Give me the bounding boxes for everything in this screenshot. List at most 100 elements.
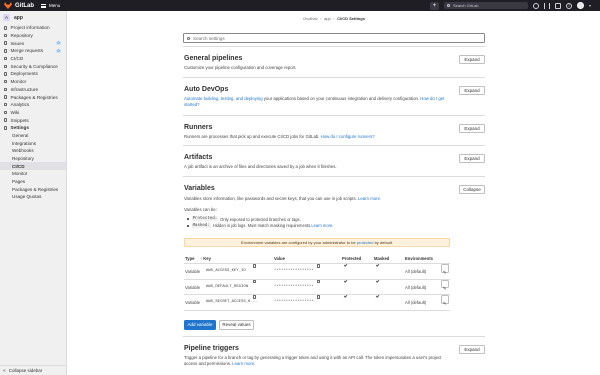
global-search-placeholder: Search GitLab [452,3,479,8]
sidebar-project[interactable]: A app [0,11,66,24]
column-header-key[interactable]: ↑ Key [200,254,211,264]
sidebar-item-security-compliance[interactable]: Security & Compliance [0,62,66,70]
list-item: Masked: Hidden in job logs. Must match ma… [187,223,333,230]
sidebar-item-merge-requests[interactable]: Merge requests 0 [0,47,66,55]
protected-link[interactable]: protected [357,240,374,245]
add-variable-button[interactable]: Add variable [184,320,216,330]
section-general-pipelines: General pipelines Customize your pipelin… [183,46,485,77]
sidebar-item-wiki[interactable]: Wiki [0,109,66,117]
settings-subitem-usage-quotas[interactable]: Usage Quotas [0,193,66,201]
table-row: Variable AWS_SECRET_ACCESS_K... **********… [184,294,450,311]
section-title: Auto DevOps [184,86,229,93]
section-pipeline-triggers: Pipeline triggers Trigger a pipeline for… [183,336,485,375]
variable-type: Variable [185,300,201,305]
edit-variable-button[interactable]: ✎ [440,264,449,275]
settings-subitem-monitor[interactable]: Monitor [0,170,66,178]
breadcrumb-item[interactable]: app [324,16,331,21]
collapse-button[interactable]: Collapse [459,185,485,194]
sidebar-item-label: Analytics [10,102,30,108]
breadcrumb-item[interactable]: Ovolhav [303,16,318,21]
sidebar-item-repository[interactable]: Repository [0,32,66,40]
configure-runners-link[interactable]: How do I configure runners? [321,134,375,139]
settings-subitem-integrations[interactable]: Integrations [0,139,66,147]
settings-subitem-pages[interactable]: Pages [0,178,66,186]
variable-environment: All (default) [405,284,427,290]
settings-subitem-repository[interactable]: Repository [0,155,66,163]
sidebar-item-label: CI/CD [10,56,24,62]
sidebar-item-deployments[interactable]: Deployments [0,70,66,78]
sidebar-item-packages-registries[interactable]: Packages & Registries [0,93,66,101]
section-description: Automate building, testing, and deployin… [184,96,445,108]
info-icon [3,26,7,30]
hamburger-icon [41,3,46,8]
sidebar-item-issues[interactable]: Issues 0 [0,39,66,47]
issues-icon [3,41,7,45]
section-runners: Runners Runners are processes that pick … [183,115,485,145]
settings-subitem-packages-registries[interactable]: Packages & Registries [0,185,66,193]
edit-variable-button[interactable]: ✎ [440,295,449,306]
expand-button[interactable]: Expand [459,345,485,354]
copy-icon[interactable] [253,295,257,299]
column-header-value: Value [274,256,285,261]
variable-type: Variable [185,284,201,290]
variables-description: Variables store information, like passwo… [184,196,382,201]
reveal-values-button[interactable]: Reveal values [219,320,254,330]
help-icon[interactable]: ? [565,2,572,9]
variable-key: AWS_DEFAULT_REGION [206,284,249,289]
project-name: app [14,14,23,21]
chevron-down-icon[interactable]: ▾ [589,3,591,8]
sidebar-item-analytics[interactable]: Analytics [0,101,66,109]
sidebar-item-settings[interactable]: Settings [0,124,66,132]
breadcrumb: Ovolhav › app › CI/CD Settings [303,15,365,21]
brand-name: GitLab [15,2,34,9]
triggers-learn-more-link[interactable]: Learn more. [232,361,255,366]
collapse-sidebar-button[interactable]: « Collapse sidebar [0,365,67,375]
issues-icon[interactable] [532,2,539,9]
expand-button[interactable]: Expand [459,86,485,95]
shield-icon [3,64,7,69]
settings-search-input[interactable]: Search settings [183,33,485,43]
expand-button[interactable]: Expand [459,55,485,64]
sidebar-item-monitor[interactable]: Monitor [0,78,66,86]
auto-devops-link[interactable]: Automate building, testing, and deployin… [184,96,263,101]
copy-icon[interactable] [317,295,321,299]
sidebar-item-ci-cd[interactable]: CI/CD [0,55,66,63]
section-description: Runners are processes that pick up and e… [184,134,375,139]
merge-request-icon[interactable] [543,2,550,9]
copy-icon[interactable] [253,279,257,284]
section-title: General pipelines [184,55,243,62]
sidebar-item-label: Snippets [10,117,29,123]
snippet-icon [3,118,7,122]
count-badge: 0 [56,40,61,46]
expand-button[interactable]: Expand [459,154,485,163]
new-dropdown-button[interactable]: + [429,1,439,10]
todo-icon[interactable] [554,2,561,9]
repository-icon [3,33,7,38]
settings-subitem-general[interactable]: General [0,132,66,140]
breadcrumb-current[interactable]: CI/CD Settings [337,16,365,21]
masking-learn-more-link[interactable]: Learn more. [311,223,333,228]
sidebar-item-infrastructure[interactable]: Infrastructure [0,86,66,94]
variables-can-be: Variables can be: [184,207,217,212]
menu-button[interactable]: Menu [41,3,60,8]
edit-variable-button[interactable]: ✎ [440,279,449,291]
settings-subitem-ci-cd[interactable]: CI/CD [0,162,66,171]
user-avatar[interactable] [576,2,584,9]
sidebar-item-snippets[interactable]: Snippets [0,116,66,124]
variables-learn-more-link[interactable]: Learn more. [358,196,381,201]
variable-value: ***************** [274,284,314,289]
settings-subitem-webhooks[interactable]: Webhooks [0,147,66,155]
copy-icon[interactable] [317,279,321,284]
global-search-input[interactable]: Search GitLab [443,2,528,9]
expand-button[interactable]: Expand [459,124,485,133]
sidebar-item-project-information[interactable]: Project information [0,24,66,32]
table-header: Type ↑ Key Value Protected Masked Enviro… [184,254,450,264]
project-avatar: A [3,14,10,21]
section-title: Pipeline triggers [184,345,239,352]
table-row: Variable AWS_DEFAULT_REGION **************… [184,278,450,295]
gitlab-logo[interactable]: GitLab [4,2,34,9]
section-title: Artifacts [184,154,213,161]
copy-icon[interactable] [253,264,257,268]
sidebar-item-label: Packages & Registries [10,94,58,100]
copy-icon[interactable] [317,264,321,268]
